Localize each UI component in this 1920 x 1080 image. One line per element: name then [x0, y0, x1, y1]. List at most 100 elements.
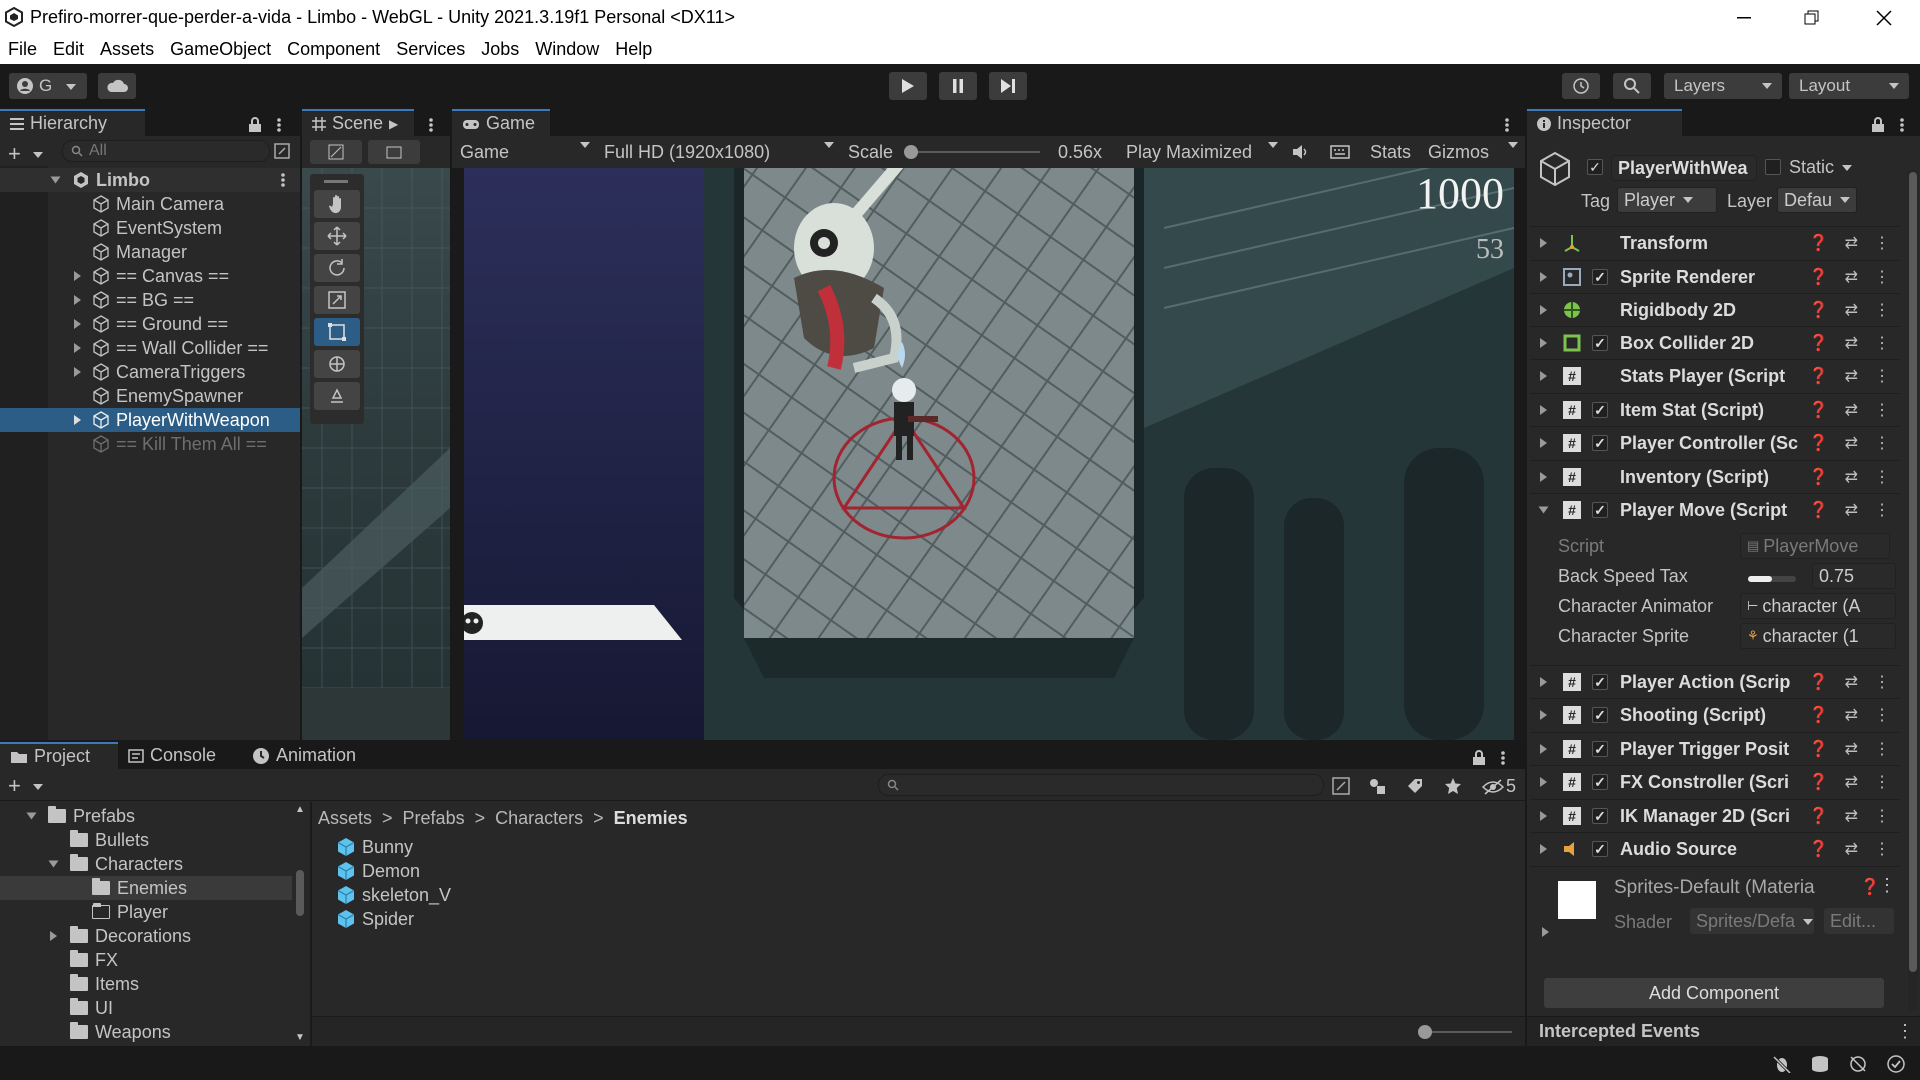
- tree-item-ui[interactable]: UI: [0, 996, 113, 1020]
- preset-icon[interactable]: ⇄: [1845, 739, 1858, 759]
- preset-icon[interactable]: ⇄: [1845, 333, 1858, 353]
- help-icon[interactable]: ❓: [1809, 233, 1829, 253]
- create-button[interactable]: +: [8, 773, 43, 799]
- menu-help[interactable]: Help: [607, 39, 660, 60]
- preset-icon[interactable]: ⇄: [1845, 233, 1858, 253]
- tree-item-bullets[interactable]: Bullets: [0, 828, 149, 852]
- menu-edit[interactable]: Edit: [45, 39, 92, 60]
- bug-off-icon[interactable]: [1772, 1055, 1792, 1073]
- breadcrumb-item[interactable]: Characters: [495, 808, 583, 829]
- inspector-scrollbar[interactable]: [1908, 170, 1918, 1010]
- kebab-menu-icon[interactable]: [280, 172, 286, 188]
- inspector-scrollbar-thumb[interactable]: [1909, 172, 1917, 972]
- component-enabled-checkbox[interactable]: ✓: [1592, 402, 1608, 418]
- tree-item-prefabs[interactable]: Prefabs: [0, 804, 135, 828]
- layers-dropdown[interactable]: Layers: [1664, 73, 1782, 99]
- expand-arrow-icon[interactable]: [74, 319, 81, 329]
- component-actions[interactable]: ❓ ⇄ ⋮: [1809, 739, 1890, 759]
- hierarchy-item[interactable]: EventSystem: [0, 216, 300, 240]
- component-player-move[interactable]: # ✓ Player Move (Script ❓ ⇄ ⋮: [1530, 493, 1900, 526]
- hidden-packages-toggle[interactable]: 5: [1482, 776, 1516, 797]
- lock-icon[interactable]: [1871, 117, 1885, 133]
- expand-arrow-icon[interactable]: [1540, 744, 1547, 754]
- component-actions[interactable]: ❓ ⇄ ⋮: [1809, 433, 1890, 453]
- component-enabled-checkbox[interactable]: ✓: [1592, 435, 1608, 451]
- scale-slider-thumb[interactable]: [904, 145, 918, 159]
- label-tag-icon[interactable]: [1406, 777, 1424, 795]
- kebab-menu-icon[interactable]: ⋮: [1874, 705, 1890, 725]
- layer-dropdown[interactable]: Defau: [1777, 187, 1857, 213]
- help-icon[interactable]: ❓: [1809, 806, 1829, 826]
- tab-inspector[interactable]: Inspector: [1527, 109, 1682, 136]
- icon-size-slider-thumb[interactable]: [1418, 1025, 1432, 1039]
- component-actions[interactable]: ❓ ⇄ ⋮: [1809, 806, 1890, 826]
- kebab-menu-icon[interactable]: ⋮: [1874, 839, 1890, 859]
- display-dropdown[interactable]: Game: [460, 142, 590, 163]
- expand-arrow-icon[interactable]: [74, 415, 81, 425]
- expand-arrow-icon[interactable]: [1540, 405, 1547, 415]
- scene-row[interactable]: Limbo: [0, 168, 300, 192]
- scroll-up-icon[interactable]: ▲: [295, 804, 305, 815]
- close-button[interactable]: [1850, 0, 1918, 35]
- preset-icon[interactable]: ⇄: [1845, 839, 1858, 859]
- expand-arrow-icon[interactable]: [1540, 811, 1547, 821]
- breadcrumb-item[interactable]: Assets: [318, 808, 372, 829]
- help-icon[interactable]: ❓: [1809, 267, 1829, 287]
- preset-icon[interactable]: ⇄: [1845, 705, 1858, 725]
- component-actions[interactable]: ❓ ⇄ ⋮: [1809, 333, 1890, 353]
- active-checkbox[interactable]: ✓: [1587, 159, 1603, 175]
- search-options-icon[interactable]: [274, 143, 290, 159]
- search-button[interactable]: [1613, 73, 1651, 99]
- hierarchy-item[interactable]: == Wall Collider ==: [0, 336, 300, 360]
- filter-by-type-icon[interactable]: [1368, 777, 1386, 795]
- kebab-menu-icon[interactable]: [1500, 750, 1506, 766]
- tree-item-characters[interactable]: Characters: [0, 852, 183, 876]
- component-ik-manager[interactable]: # ✓ IK Manager 2D (Scri ❓ ⇄ ⋮: [1530, 799, 1900, 832]
- play-button[interactable]: [889, 72, 927, 100]
- collapse-arrow-icon[interactable]: [48, 860, 59, 868]
- mute-audio-icon[interactable]: [1292, 144, 1310, 160]
- resolution-dropdown[interactable]: Full HD (1920x1080): [604, 142, 834, 163]
- project-search-input[interactable]: [878, 774, 1324, 796]
- hierarchy-item-selected[interactable]: PlayerWithWeapon: [0, 408, 300, 432]
- component-enabled-checkbox[interactable]: ✓: [1592, 808, 1608, 824]
- kebab-menu-icon[interactable]: ⋮: [1874, 672, 1890, 692]
- rotate-tool-button[interactable]: [314, 254, 360, 282]
- hierarchy-item[interactable]: == Canvas ==: [0, 264, 300, 288]
- favorite-star-icon[interactable]: [1444, 777, 1462, 795]
- component-enabled-checkbox[interactable]: ✓: [1592, 335, 1608, 351]
- search-options-icon[interactable]: [1332, 777, 1350, 795]
- preset-icon[interactable]: ⇄: [1845, 672, 1858, 692]
- breadcrumb-current[interactable]: Enemies: [614, 808, 688, 829]
- component-enabled-checkbox[interactable]: ✓: [1592, 707, 1608, 723]
- expand-arrow-icon[interactable]: [1540, 238, 1547, 248]
- hierarchy-item[interactable]: EnemySpawner: [0, 384, 300, 408]
- expand-arrow-icon[interactable]: [74, 343, 81, 353]
- preset-icon[interactable]: ⇄: [1845, 366, 1858, 386]
- asset-item[interactable]: Spider: [336, 907, 414, 931]
- menu-services[interactable]: Services: [388, 39, 473, 60]
- kebab-menu-icon[interactable]: ⋮: [1878, 875, 1896, 896]
- preset-icon[interactable]: ⇄: [1845, 300, 1858, 320]
- tree-item-enemies-selected[interactable]: Enemies: [0, 876, 292, 900]
- expand-arrow-icon[interactable]: [1540, 677, 1547, 687]
- hierarchy-item[interactable]: == BG ==: [0, 288, 300, 312]
- hierarchy-item[interactable]: Main Camera: [0, 192, 300, 216]
- breadcrumb-item[interactable]: Prefabs: [403, 808, 465, 829]
- preset-icon[interactable]: ⇄: [1845, 267, 1858, 287]
- history-button[interactable]: [1562, 73, 1600, 99]
- play-mode-dropdown[interactable]: Play Maximized: [1126, 142, 1278, 163]
- help-icon[interactable]: ❓: [1809, 467, 1829, 487]
- tab-animation[interactable]: Animation: [242, 742, 382, 769]
- tag-dropdown[interactable]: Player: [1617, 187, 1717, 213]
- preset-icon[interactable]: ⇄: [1845, 806, 1858, 826]
- component-actions[interactable]: ❓ ⇄ ⋮: [1809, 267, 1890, 287]
- help-icon[interactable]: ❓: [1809, 400, 1829, 420]
- help-icon[interactable]: ❓: [1809, 772, 1829, 792]
- menu-window[interactable]: Window: [527, 39, 607, 60]
- component-actions[interactable]: ❓ ⇄ ⋮: [1809, 500, 1890, 520]
- tree-scrollbar[interactable]: ▲ ▼: [294, 804, 306, 1046]
- expand-arrow-icon[interactable]: [1540, 472, 1547, 482]
- component-audio-source[interactable]: ✓ Audio Source ❓ ⇄ ⋮: [1530, 832, 1900, 865]
- component-sprite-renderer[interactable]: ✓ Sprite Renderer ❓ ⇄ ⋮: [1530, 260, 1900, 293]
